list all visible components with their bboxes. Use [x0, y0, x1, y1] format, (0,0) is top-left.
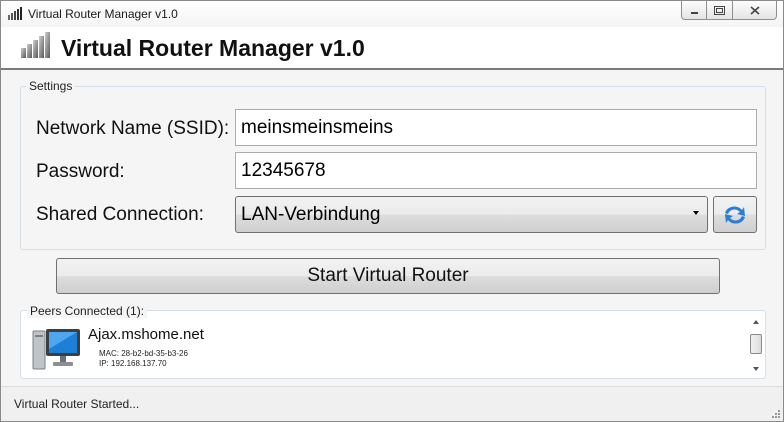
start-virtual-router-button[interactable]: Start Virtual Router [56, 258, 720, 294]
scrollbar-thumb[interactable] [750, 334, 762, 354]
peers-connected-label: Peers Connected (1): [27, 304, 148, 318]
refresh-button[interactable] [713, 196, 757, 233]
window-title: Virtual Router Manager v1.0 [28, 7, 178, 21]
router-icon [21, 32, 50, 58]
peer-ip: IP: 192.168.137.70 [99, 359, 167, 368]
resize-grip-icon[interactable] [771, 409, 781, 419]
password-label: Password: [36, 161, 125, 182]
app-header: Virtual Router Manager v1.0 [1, 27, 783, 70]
shared-connection-select[interactable]: LAN-Verbindung [235, 196, 708, 233]
window-controls [681, 1, 777, 20]
maximize-icon [714, 5, 725, 15]
peer-name: Ajax.mshome.net [88, 326, 204, 343]
router-icon [8, 7, 22, 20]
list-item[interactable]: Ajax.mshome.net MAC: 28-b2-bd-35-b3-26 I… [21, 311, 741, 371]
ssid-input[interactable]: meinsmeinsmeins [235, 109, 757, 146]
ssid-label: Network Name (SSID): [36, 118, 230, 139]
peers-list[interactable]: Ajax.mshome.net MAC: 28-b2-bd-35-b3-26 I… [20, 310, 766, 379]
scroll-up-icon[interactable] [753, 320, 759, 324]
app-window: Virtual Router Manager v1.0 Virtual Rout… [0, 0, 784, 422]
chevron-down-icon [693, 211, 699, 215]
scroll-down-icon[interactable] [753, 367, 759, 371]
title-bar[interactable]: Virtual Router Manager v1.0 [1, 1, 783, 27]
shared-connection-value: LAN-Verbindung [241, 204, 381, 225]
main-content: Settings Network Name (SSID): meinsmeins… [1, 70, 783, 386]
minimize-icon [690, 11, 698, 14]
maximize-button[interactable] [707, 1, 733, 20]
settings-group-label: Settings [26, 79, 76, 93]
scrollbar[interactable] [749, 317, 763, 374]
shared-connection-label: Shared Connection: [36, 204, 204, 225]
close-button[interactable] [733, 1, 777, 20]
close-icon [749, 5, 760, 15]
minimize-button[interactable] [681, 1, 707, 20]
status-bar: Virtual Router Started... [1, 386, 783, 421]
password-input[interactable]: 12345678 [235, 152, 757, 189]
page-title: Virtual Router Manager v1.0 [61, 35, 365, 61]
refresh-icon [725, 205, 745, 224]
status-text: Virtual Router Started... [14, 397, 140, 411]
peer-mac: MAC: 28-b2-bd-35-b3-26 [99, 349, 188, 358]
computer-icon [32, 329, 80, 370]
